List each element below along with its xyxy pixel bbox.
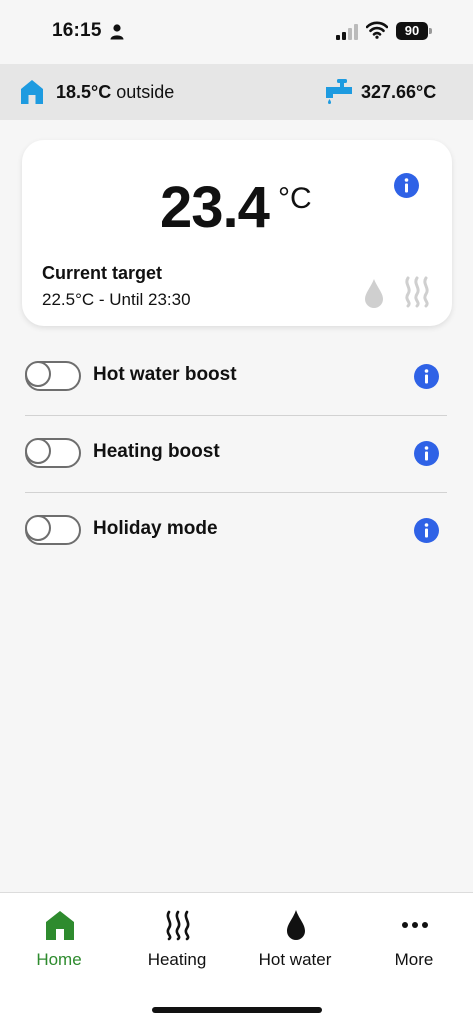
current-temperature: 23.4 bbox=[160, 175, 270, 240]
toggle-row-hot-water-boost: Hot water boost bbox=[25, 338, 447, 415]
nav-item-home[interactable]: Home bbox=[0, 893, 118, 993]
outside-label: outside bbox=[116, 82, 175, 102]
toggle-knob bbox=[25, 515, 51, 541]
heating-icon bbox=[405, 276, 429, 308]
toggle-label: Holiday mode bbox=[93, 518, 218, 539]
info-icon[interactable] bbox=[394, 173, 419, 198]
toggle-knob bbox=[25, 438, 51, 464]
nav-label: Hot water bbox=[258, 950, 332, 969]
toggle-label: Heating boost bbox=[93, 441, 220, 462]
nav-item-hot-water[interactable]: Hot water bbox=[236, 893, 354, 993]
home-indicator bbox=[152, 1007, 322, 1013]
water-drop-icon bbox=[287, 910, 305, 940]
nav-label: More bbox=[394, 950, 434, 969]
temperature-unit: °C bbox=[278, 182, 312, 215]
more-icon bbox=[402, 922, 428, 928]
bottom-navigation: Home Heating Hot water More bbox=[0, 892, 473, 1024]
info-icon[interactable] bbox=[414, 441, 439, 466]
status-bar: 16:15 90 bbox=[0, 0, 473, 64]
person-icon bbox=[110, 24, 124, 40]
target-label: Current target bbox=[42, 263, 163, 283]
target-value: 22.5°C - Until 23:30 bbox=[42, 290, 191, 309]
info-icon[interactable] bbox=[414, 364, 439, 389]
toggle-knob bbox=[25, 361, 51, 387]
water-drop-icon bbox=[365, 279, 383, 308]
battery-tip bbox=[429, 28, 432, 34]
heating-icon bbox=[166, 910, 190, 941]
holiday-mode-toggle[interactable] bbox=[25, 515, 81, 545]
hot-water-boost-toggle[interactable] bbox=[25, 361, 81, 391]
toggle-row-heating-boost: Heating boost bbox=[25, 415, 447, 492]
home-icon bbox=[21, 80, 43, 104]
wifi-icon bbox=[366, 21, 388, 39]
outside-temperature: 18.5°C outside bbox=[56, 82, 174, 103]
outside-temp-value: 18.5°C bbox=[56, 82, 112, 102]
status-time: 16:15 bbox=[52, 20, 102, 41]
nav-label: Home bbox=[36, 950, 82, 969]
toggle-label: Hot water boost bbox=[93, 364, 237, 385]
nav-label: Heating bbox=[147, 950, 207, 969]
tap-icon bbox=[326, 79, 352, 104]
toggle-row-holiday-mode: Holiday mode bbox=[25, 492, 447, 569]
nav-item-heating[interactable]: Heating bbox=[118, 893, 236, 993]
home-icon bbox=[46, 911, 74, 940]
info-bar: 18.5°C outside 327.66°C bbox=[0, 64, 473, 120]
battery-indicator: 90 bbox=[396, 22, 428, 40]
temperature-card: 23.4 °C Current target 22.5°C - Until 23… bbox=[22, 140, 452, 326]
info-icon[interactable] bbox=[414, 518, 439, 543]
nav-item-more[interactable]: More bbox=[355, 893, 473, 993]
water-temperature: 327.66°C bbox=[361, 82, 437, 102]
signal-icon bbox=[336, 24, 358, 40]
heating-boost-toggle[interactable] bbox=[25, 438, 81, 468]
